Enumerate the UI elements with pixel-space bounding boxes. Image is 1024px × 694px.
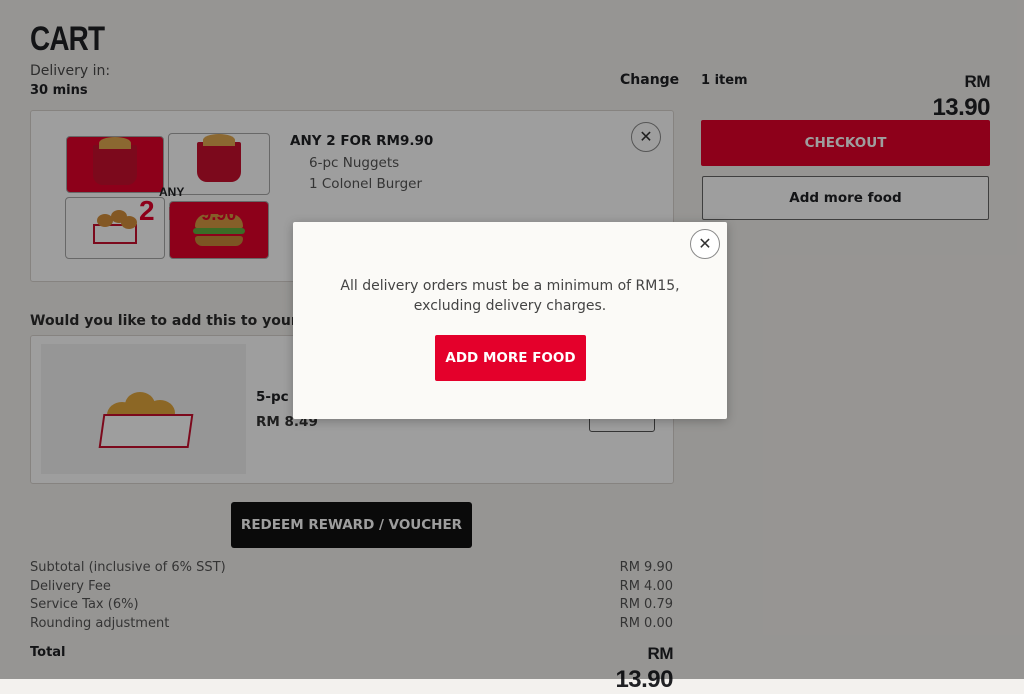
modal-add-more-food-button[interactable]: ADD MORE FOOD <box>435 335 586 381</box>
minimum-order-modal: ✕ All delivery orders must be a minimum … <box>293 222 727 419</box>
close-icon: ✕ <box>698 234 712 253</box>
modal-message: All delivery orders must be a minimum of… <box>340 278 680 314</box>
modal-close-button[interactable]: ✕ <box>690 229 720 259</box>
